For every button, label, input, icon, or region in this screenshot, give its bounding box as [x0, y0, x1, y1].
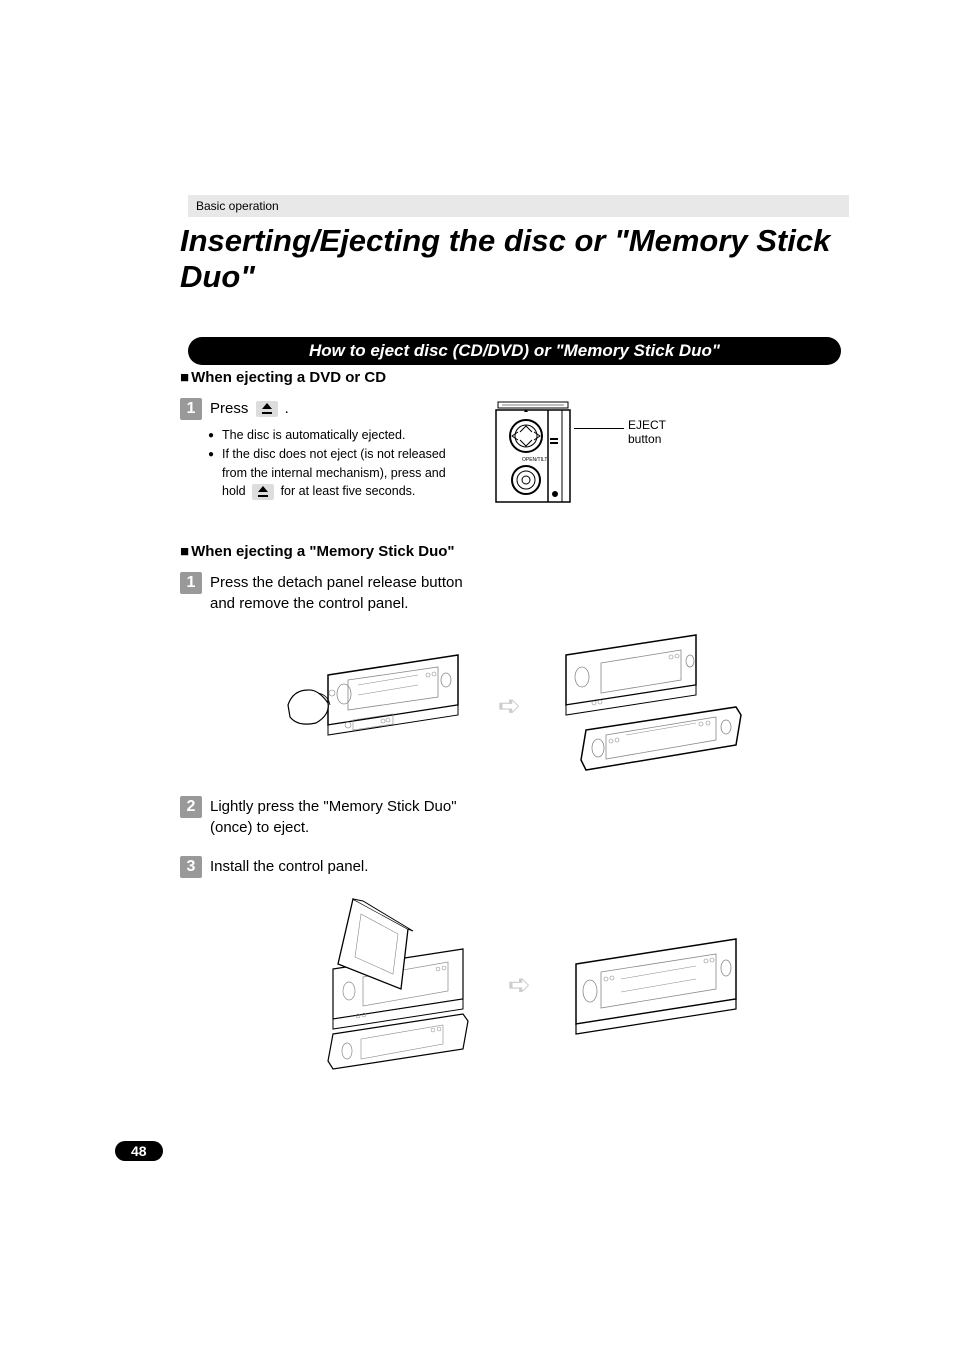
step-number-badge: 1: [180, 572, 202, 594]
step1a-suffix: .: [281, 400, 289, 417]
list-item: If the disc does not eject (is not relea…: [210, 445, 470, 501]
page-title: Inserting/Ejecting the disc or "Memory S…: [180, 223, 849, 295]
device-svg-panel-attached: [278, 635, 478, 775]
topic-header-pill: How to eject disc (CD/DVD) or "Memory St…: [188, 337, 841, 365]
step-row: 2 Lightly press the "Memory Stick Duo" (…: [180, 796, 480, 838]
subheading-eject-memory-stick: When ejecting a "Memory Stick Duo": [180, 543, 849, 560]
step-text: Install the control panel.: [210, 856, 480, 877]
subheading-eject-dvd-cd: When ejecting a DVD or CD: [180, 369, 849, 386]
step-columns: 1 Press . The disc is automatically ejec…: [180, 398, 849, 513]
step-text: Press .: [210, 398, 470, 419]
arrow-icon: ➪: [498, 689, 521, 722]
step-row: 1 Press the detach panel release button …: [180, 572, 480, 614]
bullet2-suffix: for at least five seconds.: [277, 484, 415, 498]
device-svg-panel-detached: [541, 630, 751, 780]
page-number-badge: 48: [115, 1141, 163, 1161]
page-footer: 48: [115, 1141, 163, 1161]
bullet-list: The disc is automatically ejected. If th…: [180, 426, 470, 501]
step-number-badge: 3: [180, 856, 202, 878]
list-item: The disc is automatically ejected.: [210, 426, 470, 445]
section-label: Basic operation: [196, 199, 279, 213]
device-svg-assembled: [551, 929, 751, 1039]
callout-label: EJECT button: [628, 418, 666, 447]
step-row: 1 Press .: [180, 398, 470, 420]
eject-icon: [256, 401, 278, 417]
step-number-badge: 2: [180, 796, 202, 818]
device-front-svg: OPEN/TILT: [490, 398, 590, 508]
eject-icon: [252, 484, 274, 500]
step-text: Press the detach panel release button an…: [210, 572, 480, 614]
section-header-bar: Basic operation: [188, 195, 849, 217]
manual-page: Basic operation Inserting/Ejecting the d…: [0, 0, 954, 1074]
eject-button-diagram: OPEN/TILT EJECT button: [490, 398, 590, 508]
step1a-prefix: Press: [210, 400, 253, 417]
device-svg-installing: [278, 894, 488, 1074]
callout-line: [574, 428, 624, 429]
step-row: 3 Install the control panel.: [180, 856, 480, 878]
step-number-badge: 1: [180, 398, 202, 420]
step-text: Lightly press the "Memory Stick Duo" (on…: [210, 796, 480, 838]
svg-text:OPEN/TILT: OPEN/TILT: [522, 457, 547, 463]
arrow-icon: ➪: [508, 968, 531, 1001]
diagram-install-panel: ➪: [180, 894, 849, 1074]
diagram-remove-panel: ➪: [180, 630, 849, 780]
